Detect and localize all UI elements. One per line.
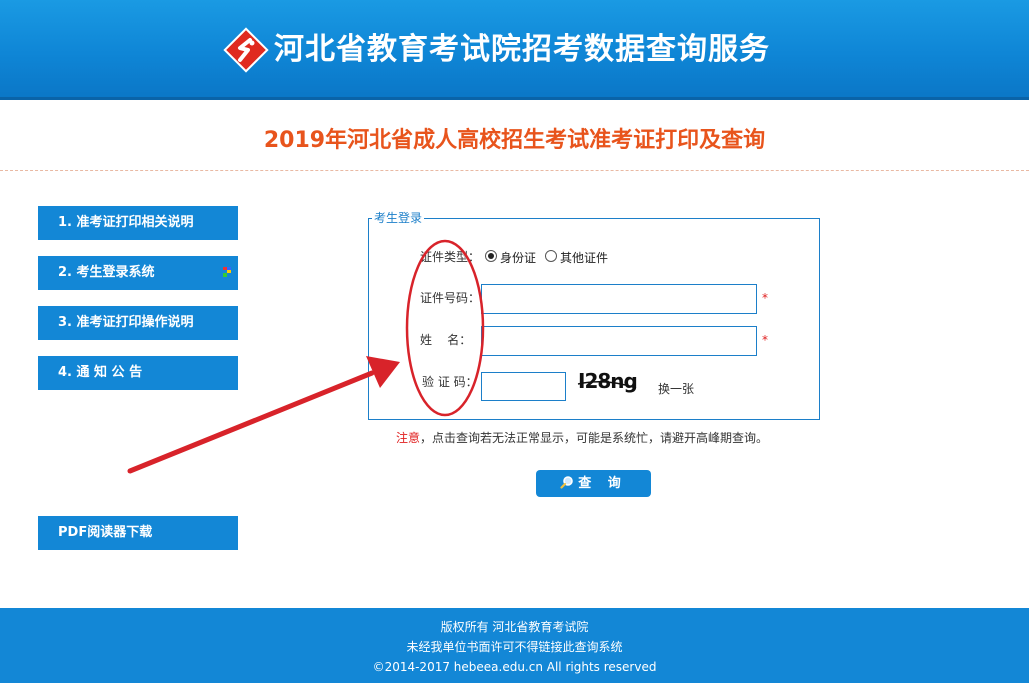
refresh-captcha-link[interactable]: 换一张 xyxy=(658,381,694,397)
id-number-input[interactable] xyxy=(481,284,757,314)
query-button[interactable]: 查 询 xyxy=(536,470,651,497)
notice-text: 注意，点击查询若无法正常显示，可能是系统忙，请避开高峰期查询。 xyxy=(396,430,768,446)
sidebar-item-operation-guide[interactable]: 3. 准考证打印操作说明 xyxy=(38,306,238,340)
captcha-image[interactable]: I28ng xyxy=(576,368,650,394)
notice-key: 注意 xyxy=(396,431,421,445)
sidebar-item-label: PDF阅读器下载 xyxy=(58,525,153,540)
required-mark: * xyxy=(762,291,768,305)
notice-body: ，点击查询若无法正常显示，可能是系统忙，请避开高峰期查询。 xyxy=(420,431,769,445)
search-icon xyxy=(560,476,574,489)
logo-icon xyxy=(223,27,269,73)
site-footer: 版权所有 河北省教育考试院 未经我单位书面许可不得链接此查询系统 ©2014-2… xyxy=(0,608,1029,683)
radio-other-id-label[interactable]: 其他证件 xyxy=(560,250,608,266)
new-badge-icon xyxy=(223,267,231,277)
site-title: 河北省教育考试院招考数据查询服务 xyxy=(274,32,770,67)
required-mark: * xyxy=(762,333,768,347)
captcha-input[interactable] xyxy=(481,372,566,401)
sidebar-item-label: 4. 通 知 公 告 xyxy=(58,365,143,380)
sidebar-item-label: 3. 准考证打印操作说明 xyxy=(58,315,194,330)
radio-id-card[interactable] xyxy=(485,250,497,262)
sidebar-item-label: 2. 考生登录系统 xyxy=(58,265,155,280)
captcha-label: 验 证 码： xyxy=(422,375,478,389)
name-label: 姓 名： xyxy=(420,333,472,347)
pdf-reader-download-button[interactable]: PDF阅读器下载 xyxy=(38,516,238,550)
sidebar-item-label: 1. 准考证打印相关说明 xyxy=(58,215,194,230)
sidebar-item-candidate-login[interactable]: 2. 考生登录系统 xyxy=(38,256,238,290)
id-number-label: 证件号码： xyxy=(420,291,481,305)
sidebar-item-print-instructions[interactable]: 1. 准考证打印相关说明 xyxy=(38,206,238,240)
radio-id-card-label[interactable]: 身份证 xyxy=(500,250,536,266)
title-divider xyxy=(0,170,1029,171)
footer-rights: ©2014-2017 hebeea.edu.cn All rights rese… xyxy=(372,660,657,674)
footer-link-notice: 未经我单位书面许可不得链接此查询系统 xyxy=(406,640,623,654)
captcha-text: I28ng xyxy=(578,369,637,393)
login-legend: 考生登录 xyxy=(372,211,425,225)
footer-copyright: 版权所有 河北省教育考试院 xyxy=(440,620,589,634)
sidebar-item-notices[interactable]: 4. 通 知 公 告 xyxy=(38,356,238,390)
radio-other-id[interactable] xyxy=(545,250,557,262)
name-input[interactable] xyxy=(481,326,757,356)
id-type-label: 证件类型： xyxy=(420,250,481,264)
page-title: 2019年河北省成人高校招生考试准考证打印及查询 xyxy=(263,128,766,153)
site-header: 河北省教育考试院招考数据查询服务 xyxy=(0,0,1029,100)
query-button-label: 查 询 xyxy=(578,476,627,491)
